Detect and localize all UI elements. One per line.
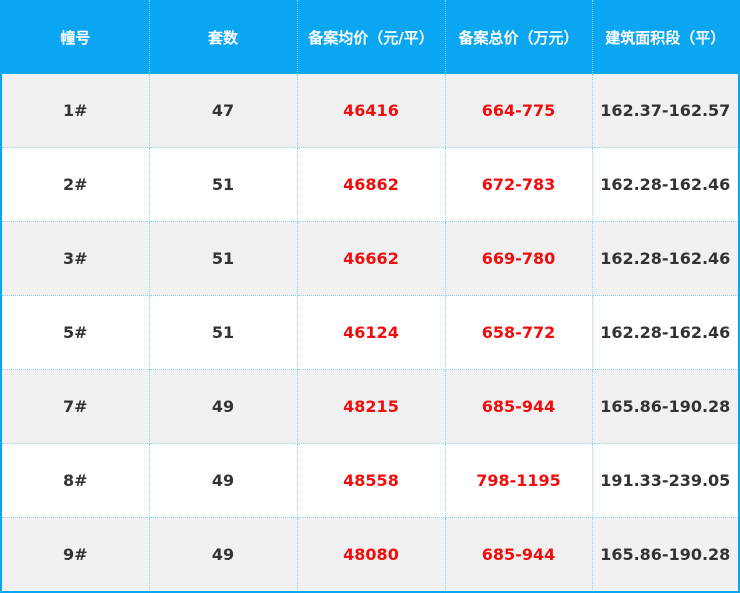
cell-area-range: 162.28-162.46 (592, 147, 738, 222)
cell-area-range: 162.37-162.57 (592, 74, 738, 148)
cell-avg-price: 48215 (297, 369, 446, 444)
cell-total-price: 658-772 (445, 295, 593, 370)
cell-area-range: 191.33-239.05 (592, 443, 738, 518)
table-header-row: 幢号 套数 备案均价（元/平） 备案总价（万元） 建筑面积段（平） (2, 0, 738, 74)
cell-avg-price: 46662 (297, 221, 446, 296)
cell-avg-price: 48558 (297, 443, 446, 518)
cell-total-price: 685-944 (445, 369, 593, 444)
table-row: 2# 51 46862 672-783 162.28-162.46 (2, 147, 738, 222)
cell-avg-price: 46416 (297, 74, 446, 148)
building-price-table: 幢号 套数 备案均价（元/平） 备案总价（万元） 建筑面积段（平） 1# 47 … (2, 0, 738, 590)
cell-building-no: 9# (2, 517, 150, 590)
table-row: 3# 51 46662 669-780 162.28-162.46 (2, 221, 738, 296)
cell-unit-count: 51 (149, 221, 298, 296)
header-avg-price: 备案均价（元/平） (297, 0, 446, 74)
cell-building-no: 2# (2, 147, 150, 222)
cell-total-price: 672-783 (445, 147, 593, 222)
cell-building-no: 7# (2, 369, 150, 444)
cell-area-range: 162.28-162.46 (592, 221, 738, 296)
header-unit-count: 套数 (149, 0, 298, 74)
cell-total-price: 685-944 (445, 517, 593, 590)
cell-total-price: 664-775 (445, 74, 593, 148)
cell-unit-count: 49 (149, 443, 298, 518)
header-building-no: 幢号 (2, 0, 150, 74)
cell-building-no: 1# (2, 74, 150, 148)
cell-area-range: 162.28-162.46 (592, 295, 738, 370)
table-row: 8# 49 48558 798-1195 191.33-239.05 (2, 443, 738, 518)
cell-unit-count: 47 (149, 74, 298, 148)
table-row: 1# 47 46416 664-775 162.37-162.57 (2, 74, 738, 148)
cell-avg-price: 46124 (297, 295, 446, 370)
cell-unit-count: 51 (149, 295, 298, 370)
table-row: 9# 49 48080 685-944 165.86-190.28 (2, 517, 738, 590)
cell-area-range: 165.86-190.28 (592, 517, 738, 590)
header-area-range: 建筑面积段（平） (592, 0, 738, 74)
cell-building-no: 3# (2, 221, 150, 296)
cell-total-price: 669-780 (445, 221, 593, 296)
cell-avg-price: 48080 (297, 517, 446, 590)
table-row: 7# 49 48215 685-944 165.86-190.28 (2, 369, 738, 444)
table-row: 5# 51 46124 658-772 162.28-162.46 (2, 295, 738, 370)
cell-building-no: 8# (2, 443, 150, 518)
cell-area-range: 165.86-190.28 (592, 369, 738, 444)
cell-avg-price: 46862 (297, 147, 446, 222)
data-table-frame: 幢号 套数 备案均价（元/平） 备案总价（万元） 建筑面积段（平） 1# 47 … (0, 0, 740, 593)
cell-building-no: 5# (2, 295, 150, 370)
cell-unit-count: 49 (149, 517, 298, 590)
cell-unit-count: 51 (149, 147, 298, 222)
cell-total-price: 798-1195 (445, 443, 593, 518)
header-total-price: 备案总价（万元） (445, 0, 593, 74)
cell-unit-count: 49 (149, 369, 298, 444)
